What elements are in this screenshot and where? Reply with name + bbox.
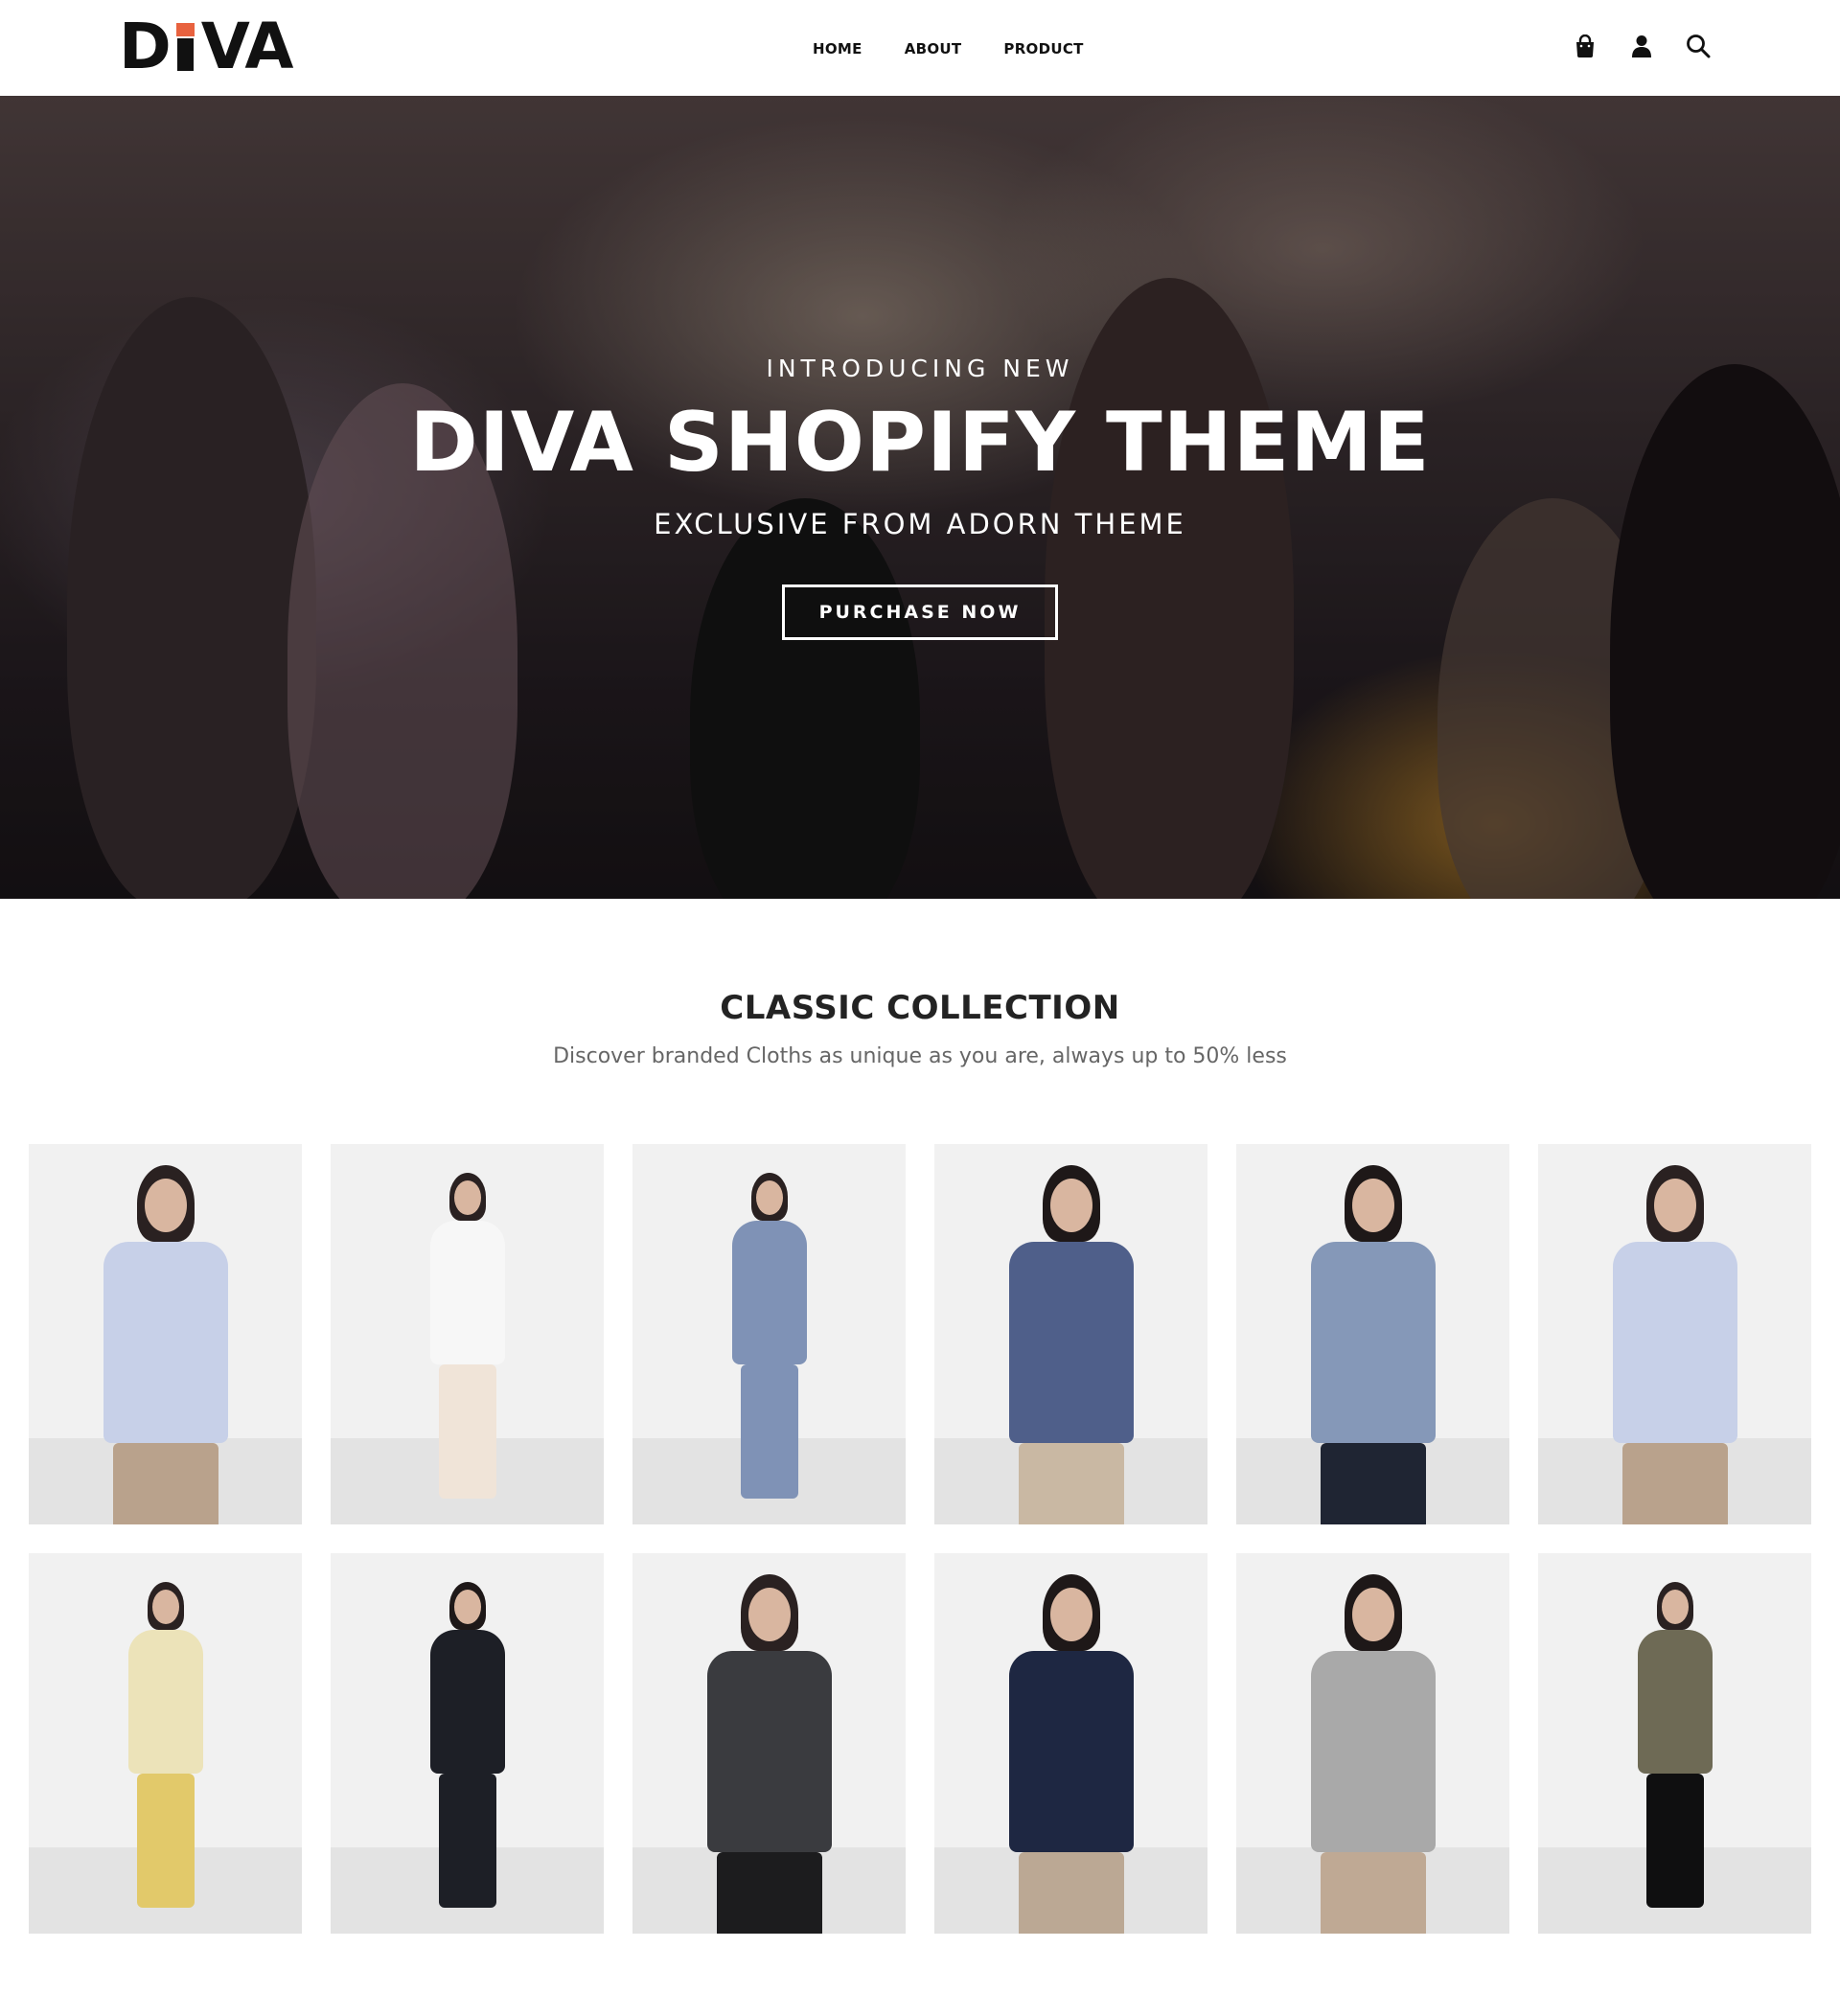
product-image bbox=[70, 1582, 262, 1917]
main-nav: HOME ABOUT PRODUCT bbox=[813, 40, 1126, 57]
nav-home[interactable]: HOME bbox=[813, 40, 862, 57]
product-card[interactable] bbox=[29, 1144, 302, 1524]
product-card[interactable] bbox=[1236, 1144, 1509, 1524]
product-card[interactable] bbox=[632, 1144, 906, 1524]
product-card[interactable] bbox=[632, 1553, 906, 1934]
search-icon[interactable] bbox=[1685, 33, 1712, 59]
product-image bbox=[372, 1173, 564, 1508]
product-card[interactable] bbox=[29, 1553, 302, 1934]
hero-content: INTRODUCING NEW DIVA SHOPIFY THEME EXCLU… bbox=[0, 96, 1840, 899]
product-image bbox=[1579, 1165, 1771, 1524]
product-card[interactable] bbox=[934, 1553, 1208, 1934]
logo-letter-i bbox=[173, 23, 198, 71]
logo-accent-dot bbox=[175, 23, 195, 36]
collection-subtitle: Discover branded Cloths as unique as you… bbox=[553, 1044, 1287, 1068]
hero-banner: INTRODUCING NEW DIVA SHOPIFY THEME EXCLU… bbox=[0, 96, 1840, 899]
product-card[interactable] bbox=[331, 1553, 604, 1934]
diva-logo[interactable]: D VA bbox=[119, 10, 294, 83]
product-image bbox=[674, 1574, 865, 1934]
product-image bbox=[1579, 1582, 1771, 1917]
logo-letters-va: VA bbox=[200, 10, 294, 83]
product-card[interactable] bbox=[1538, 1144, 1811, 1524]
product-image bbox=[372, 1582, 564, 1917]
product-image bbox=[1277, 1574, 1469, 1934]
product-card[interactable] bbox=[934, 1144, 1208, 1524]
product-image bbox=[976, 1165, 1167, 1524]
logo-letter-d: D bbox=[119, 10, 172, 83]
purchase-now-button[interactable]: PURCHASE NOW bbox=[782, 584, 1058, 640]
nav-about[interactable]: ABOUT bbox=[905, 40, 962, 57]
product-card[interactable] bbox=[1236, 1553, 1509, 1934]
collection-title: CLASSIC COLLECTION bbox=[720, 989, 1120, 1027]
site-header: D VA HOME ABOUT PRODUCT bbox=[0, 0, 1840, 96]
hero-subtitle: EXCLUSIVE FROM ADORN THEME bbox=[654, 508, 1186, 540]
product-card[interactable] bbox=[1538, 1553, 1811, 1934]
product-grid bbox=[29, 1144, 1811, 1934]
product-image bbox=[674, 1173, 865, 1508]
hero-eyebrow: INTRODUCING NEW bbox=[766, 355, 1074, 382]
hero-title: DIVA SHOPIFY THEME bbox=[409, 395, 1431, 491]
user-icon[interactable] bbox=[1628, 33, 1655, 59]
nav-product[interactable]: PRODUCT bbox=[1003, 40, 1083, 57]
shopping-bag-icon[interactable] bbox=[1572, 33, 1598, 59]
product-image bbox=[70, 1165, 262, 1524]
product-image bbox=[1277, 1165, 1469, 1524]
product-image bbox=[976, 1574, 1167, 1934]
product-card[interactable] bbox=[331, 1144, 604, 1524]
header-actions bbox=[1572, 33, 1712, 59]
